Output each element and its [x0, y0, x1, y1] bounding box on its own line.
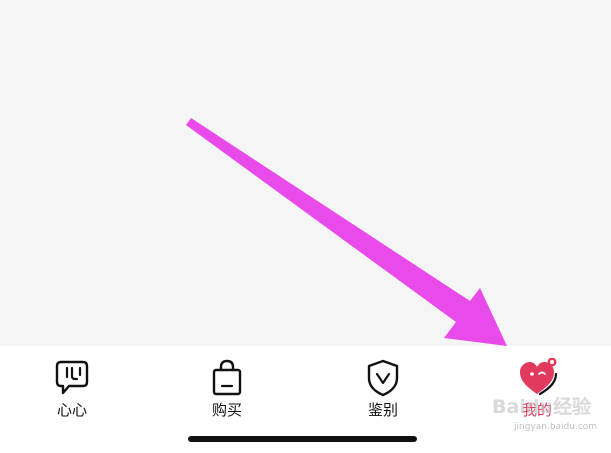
tab-me[interactable]: 我的	[492, 358, 582, 424]
home-indicator[interactable]	[188, 436, 417, 442]
tab-xinxin-label: 心心	[56, 401, 87, 419]
chat-bubble-icon	[55, 360, 89, 395]
shield-icon	[367, 359, 399, 397]
tab-buy-label: 购买	[211, 401, 242, 419]
tab-xinxin[interactable]: 心心	[27, 358, 117, 424]
tab-me-label: 我的	[521, 401, 552, 419]
tab-authenticate-label: 鉴别	[367, 401, 398, 419]
heart-face-icon	[520, 358, 557, 396]
tab-buy[interactable]: 购买	[182, 358, 272, 424]
tab-authenticate[interactable]: 鉴别	[338, 358, 428, 424]
shopping-bag-icon	[212, 359, 242, 396]
content-area	[0, 0, 611, 346]
